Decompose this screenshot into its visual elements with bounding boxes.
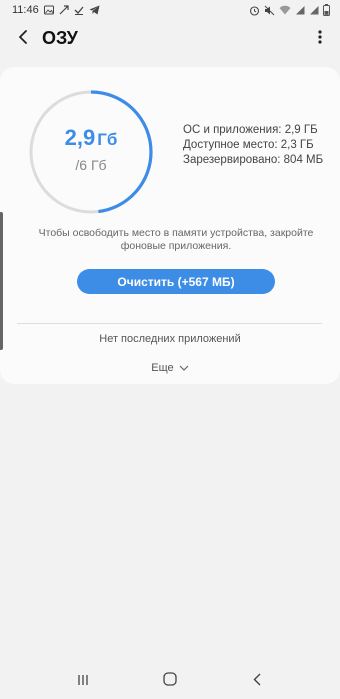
used-value: 2,9 bbox=[64, 125, 96, 150]
stat-reserved: Зарезервировано: 804 МБ bbox=[183, 154, 324, 166]
status-bar: 11:46 bbox=[0, 0, 340, 20]
more-button[interactable]: Еще bbox=[0, 362, 340, 374]
missed-call-icon bbox=[59, 5, 69, 15]
used-memory: 2,9 Гб bbox=[65, 125, 118, 151]
back-arrow-icon bbox=[18, 29, 28, 49]
app-bar: ОЗУ bbox=[0, 22, 340, 56]
nav-back-icon bbox=[253, 673, 261, 691]
status-time: 11:46 bbox=[12, 4, 39, 16]
memory-stats: ОС и приложения: 2,9 ГБ Доступное место:… bbox=[183, 123, 323, 168]
divider bbox=[17, 323, 322, 324]
used-unit: Гб bbox=[97, 130, 118, 149]
home-button[interactable] bbox=[150, 667, 190, 697]
status-left: 11:46 bbox=[12, 4, 100, 16]
mute-icon bbox=[264, 5, 275, 16]
ram-card: 2,9 Гб /6 Гб ОС и приложения: 2,9 ГБ Дост… bbox=[0, 67, 340, 384]
stat-available: Доступное место: 2,3 ГБ bbox=[183, 139, 314, 151]
more-label: Еще bbox=[151, 362, 174, 374]
hint-line-1: Чтобы освободить место в памяти устройст… bbox=[38, 227, 314, 239]
check-download-icon bbox=[74, 5, 84, 15]
recents-icon bbox=[77, 673, 89, 691]
stat-os-apps: ОС и приложения: 2,9 ГБ bbox=[183, 124, 318, 136]
back-button[interactable] bbox=[12, 27, 34, 51]
page-title: ОЗУ bbox=[42, 28, 78, 48]
wifi-icon bbox=[279, 5, 291, 15]
nav-back-button[interactable] bbox=[237, 667, 277, 697]
memory-ring: 2,9 Гб /6 Гб bbox=[28, 89, 154, 215]
status-right bbox=[249, 4, 330, 16]
telegram-icon bbox=[89, 5, 100, 15]
edge-panel-handle[interactable] bbox=[0, 212, 3, 350]
recents-button[interactable] bbox=[63, 667, 103, 697]
more-options-button[interactable] bbox=[312, 27, 328, 51]
home-icon bbox=[163, 672, 177, 691]
no-recent-apps-text: Нет последних приложений bbox=[99, 333, 241, 345]
total-memory: /6 Гб bbox=[75, 157, 107, 173]
alarm-icon bbox=[249, 5, 260, 16]
chevron-down-icon bbox=[179, 362, 189, 374]
clean-button[interactable]: Очистить (+567 МБ) bbox=[77, 269, 275, 294]
signal-icon bbox=[295, 5, 305, 15]
gallery-icon bbox=[43, 5, 54, 15]
ring-center-text: 2,9 Гб /6 Гб bbox=[28, 89, 154, 215]
battery-icon bbox=[323, 4, 330, 16]
hint-text: Чтобы освободить место в памяти устройст… bbox=[30, 227, 322, 253]
more-vert-icon bbox=[318, 29, 322, 49]
navigation-bar bbox=[0, 664, 340, 699]
signal-icon bbox=[309, 5, 319, 15]
hint-line-2: фоновые приложения. bbox=[120, 240, 232, 252]
